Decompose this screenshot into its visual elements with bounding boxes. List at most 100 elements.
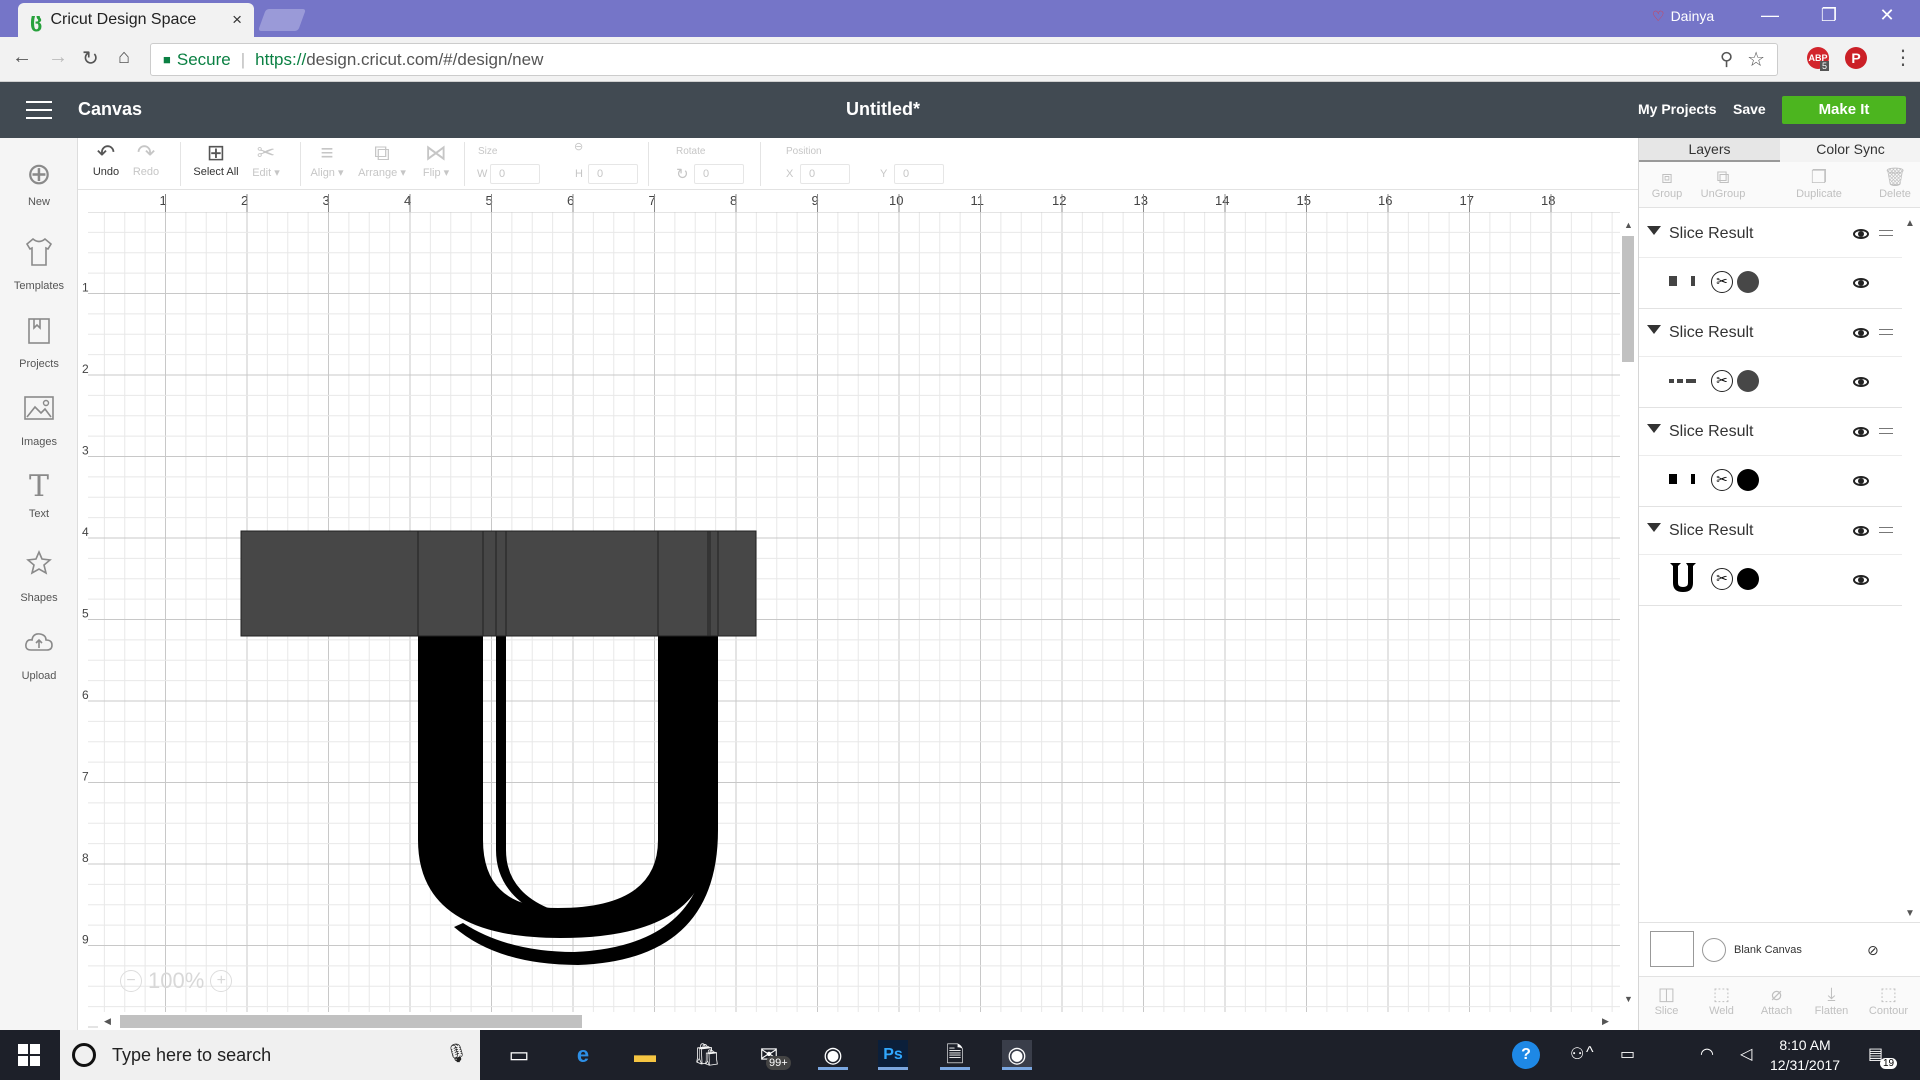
drag-handle-icon[interactable] xyxy=(1879,230,1893,236)
store-icon[interactable]: 🛍 xyxy=(692,1040,722,1070)
layer-color-swatch[interactable] xyxy=(1737,469,1759,491)
delete-button[interactable]: 🗑 Delete xyxy=(1867,166,1920,200)
sidebar-item-upload[interactable]: Upload xyxy=(0,626,78,682)
collapse-caret-icon[interactable] xyxy=(1647,325,1661,334)
people-icon[interactable]: ⚇ xyxy=(1570,1044,1584,1064)
canvas-horizontal-scrollbar[interactable]: ◀ ▶ xyxy=(98,1012,1620,1030)
layer-color-swatch[interactable] xyxy=(1737,568,1759,590)
cut-scissors-icon[interactable]: ✂ xyxy=(1711,568,1733,590)
visibility-eye-icon[interactable] xyxy=(1853,427,1869,437)
browser-menu-icon[interactable]: ⋮ xyxy=(1893,45,1913,70)
documents-icon[interactable]: 🗎 xyxy=(940,1040,970,1070)
make-it-button[interactable]: Make It xyxy=(1782,96,1906,124)
undo-button[interactable]: ↶ Undo xyxy=(88,140,124,178)
sidebar-item-templates[interactable]: Templates xyxy=(0,236,78,292)
visibility-eye-icon[interactable] xyxy=(1853,575,1869,585)
scroll-thumb[interactable] xyxy=(1622,236,1634,362)
hidden-eye-icon[interactable]: ⊘ xyxy=(1867,942,1879,959)
minimize-icon[interactable]: — xyxy=(1747,5,1793,26)
profile-button[interactable]: ♡ Dainya xyxy=(1652,8,1714,25)
x-input[interactable]: 0 xyxy=(800,164,850,184)
slice-button[interactable]: ◫ Slice xyxy=(1639,983,1694,1017)
home-icon[interactable]: ⌂ xyxy=(118,46,130,69)
sidebar-item-shapes[interactable]: Shapes xyxy=(0,548,78,604)
align-button[interactable]: ≡ Align ▾ xyxy=(306,140,348,179)
tab-color-sync[interactable]: Color Sync xyxy=(1780,138,1920,162)
help-icon[interactable]: ? xyxy=(1512,1041,1540,1069)
zoom-out-button[interactable]: − xyxy=(120,970,142,992)
group-button[interactable]: ⧈ Group xyxy=(1639,166,1695,200)
visibility-eye-icon[interactable] xyxy=(1853,377,1869,387)
taskbar-search-input[interactable]: Type here to search 🎙 xyxy=(60,1030,480,1080)
pinterest-icon[interactable]: P xyxy=(1845,47,1867,69)
panel-scroll-up-icon[interactable]: ▲ xyxy=(1905,218,1915,229)
duplicate-button[interactable]: ❐ Duplicate xyxy=(1783,166,1855,200)
layer-group-header[interactable]: Slice Result xyxy=(1639,309,1902,357)
windows-start-icon[interactable] xyxy=(18,1044,40,1066)
sidebar-item-images[interactable]: Images xyxy=(0,392,78,448)
scroll-thumb[interactable] xyxy=(120,1015,582,1028)
url-input[interactable]: ■ Secure | https://design.cricut.com/#/d… xyxy=(150,43,1778,76)
chrome-profile-icon[interactable]: ◉ xyxy=(818,1040,848,1070)
width-input[interactable]: 0 xyxy=(490,164,540,184)
drag-handle-icon[interactable] xyxy=(1879,329,1893,335)
visibility-eye-icon[interactable] xyxy=(1853,476,1869,486)
redo-button[interactable]: ↷ Redo xyxy=(128,140,164,178)
cut-scissors-icon[interactable]: ✂ xyxy=(1711,370,1733,392)
flatten-button[interactable]: ⤓ Flatten xyxy=(1804,983,1859,1017)
layer-row[interactable]: ✂ xyxy=(1639,456,1902,506)
edit-button[interactable]: ✂ Edit ▾ xyxy=(248,140,284,179)
canvas-swatch[interactable] xyxy=(1650,931,1694,967)
sidebar-item-text[interactable]: T Text xyxy=(0,470,78,521)
panel-scroll-down-icon[interactable]: ▼ xyxy=(1905,908,1915,919)
layer-group[interactable]: Slice Result ✂ xyxy=(1639,507,1902,606)
ungroup-button[interactable]: ⧉ UnGroup xyxy=(1695,166,1751,200)
bookmark-star-icon[interactable]: ☆ xyxy=(1747,47,1765,72)
layer-group-header[interactable]: Slice Result xyxy=(1639,408,1902,456)
system-clock[interactable]: 8:10 AM 12/31/2017 xyxy=(1770,1035,1840,1075)
photoshop-icon[interactable]: Ps xyxy=(878,1040,908,1070)
sidebar-item-new[interactable]: ⊕ New xyxy=(0,158,78,208)
file-explorer-icon[interactable]: ▬ xyxy=(630,1040,660,1070)
tab-layers[interactable]: Layers xyxy=(1639,138,1780,162)
restore-icon[interactable]: ❐ xyxy=(1806,5,1852,26)
canvas-vertical-scrollbar[interactable]: ▲ ▼ xyxy=(1620,218,1638,1008)
layer-group[interactable]: Slice Result ✂ xyxy=(1639,309,1902,408)
volume-icon[interactable]: ◁ xyxy=(1740,1044,1752,1064)
canvas-drawing[interactable]: 1 2 3 4 5 6 7 8 9 10 11 12 13 14 15 16 17 18 123456789 xyxy=(78,190,1620,1030)
scroll-left-icon[interactable]: ◀ xyxy=(104,1016,111,1027)
scroll-right-icon[interactable]: ▶ xyxy=(1602,1016,1609,1027)
microphone-icon[interactable]: 🎙 xyxy=(445,1043,468,1064)
canvas-color-circle[interactable] xyxy=(1702,938,1726,962)
visibility-eye-icon[interactable] xyxy=(1853,526,1869,536)
drag-handle-icon[interactable] xyxy=(1879,428,1893,434)
layer-group[interactable]: Slice Result ✂ xyxy=(1639,210,1902,309)
browser-tab[interactable]: ც Cricut Design Space × xyxy=(18,3,254,37)
collapse-caret-icon[interactable] xyxy=(1647,226,1661,235)
zoom-in-button[interactable]: + xyxy=(210,970,233,992)
contour-button[interactable]: ⬚ Contour xyxy=(1861,983,1916,1017)
cut-scissors-icon[interactable]: ✂ xyxy=(1711,469,1733,491)
weld-button[interactable]: ⬚ Weld xyxy=(1694,983,1749,1017)
rotate-input[interactable]: 0 xyxy=(694,164,744,184)
layer-row[interactable]: ✂ xyxy=(1639,258,1902,308)
sidebar-item-projects[interactable]: Projects xyxy=(0,314,78,370)
task-view-icon[interactable]: ▭ xyxy=(504,1040,534,1070)
arrange-button[interactable]: ⧉ Arrange ▾ xyxy=(354,140,410,179)
blank-canvas-row[interactable]: Blank Canvas ⊘ xyxy=(1639,922,1920,972)
y-input[interactable]: 0 xyxy=(894,164,944,184)
layer-row[interactable]: ✂ xyxy=(1639,357,1902,407)
layer-group-header[interactable]: Slice Result xyxy=(1639,507,1902,555)
window-close-icon[interactable]: ✕ xyxy=(1864,5,1910,26)
height-input[interactable]: 0 xyxy=(588,164,638,184)
layer-color-swatch[interactable] xyxy=(1737,370,1759,392)
save-button[interactable]: Save xyxy=(1733,101,1766,117)
forward-icon[interactable]: → xyxy=(48,46,68,69)
visibility-eye-icon[interactable] xyxy=(1853,278,1869,288)
design-canvas[interactable]: 1 2 3 4 5 6 7 8 9 10 11 12 13 14 15 16 17 18 123456789 − … xyxy=(78,190,1620,1030)
drag-handle-icon[interactable] xyxy=(1879,527,1893,533)
battery-status-icon[interactable]: ▭ xyxy=(1620,1044,1635,1064)
layer-row[interactable]: ✂ xyxy=(1639,555,1902,605)
cut-scissors-icon[interactable]: ✂ xyxy=(1711,271,1733,293)
scroll-down-icon[interactable]: ▼ xyxy=(1624,994,1633,1004)
